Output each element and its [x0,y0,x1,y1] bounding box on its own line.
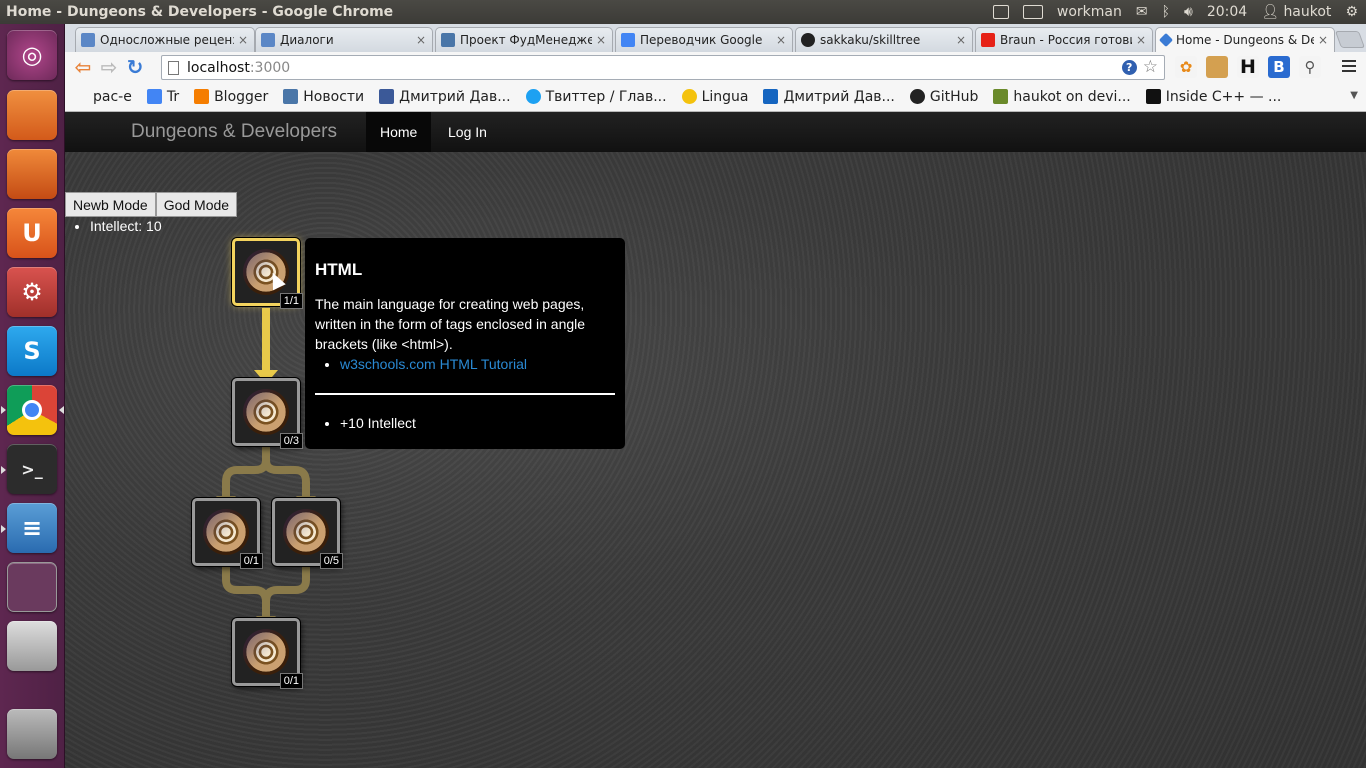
tab-5[interactable]: sakkaku/skilltree × [795,27,973,52]
tab-3[interactable]: Проект ФудМенеджер × [435,27,613,52]
bookmark-item[interactable]: Твиттер / Глав... [525,89,667,105]
close-icon[interactable]: × [1318,33,1328,47]
bookmark-item[interactable]: Дмитрий Дав... [763,89,895,105]
skill-html[interactable]: 1/1 [232,238,303,309]
unity-launcher: ◎ U ⚙ S >_ ≡ [0,24,65,768]
trash-icon[interactable] [7,709,57,759]
username: haukot [1283,4,1332,20]
system-settings-icon[interactable]: ⚙ [7,267,57,317]
skill-count: 0/1 [239,553,263,569]
close-icon[interactable]: × [776,33,786,47]
bookmarks-overflow-icon[interactable]: ▼ [1350,90,1358,101]
bookmarks-bar: рас-е Tr Blogger Новости Дмитрий Дав... … [65,82,1366,112]
skill-node[interactable]: 0/5 [272,498,343,569]
terminal-icon[interactable]: >_ [7,444,57,494]
close-icon[interactable]: × [956,33,966,47]
browser-window: Односложные реценз × Диалоги × Проект ФудМ… [65,24,1366,112]
forward-icon[interactable]: ⇨ [96,55,122,79]
bookmark-item[interactable]: haukot on devi... [993,89,1131,105]
page-content: Dungeons & Developers Home Log In Newb M… [65,112,1366,768]
bluetooth-icon[interactable]: ᛒ [1162,4,1170,20]
tooltip-bonus: +10 Intellect [340,413,615,433]
bookmark-item[interactable]: Новости [283,89,364,105]
skill-orb-icon [243,389,289,435]
skill-count: 0/1 [279,673,303,689]
skill-orb-icon [203,509,249,555]
h-extension-icon[interactable]: H [1237,56,1259,78]
skill-orb-icon [283,509,329,555]
close-icon[interactable]: × [416,33,426,47]
connector-line [222,566,310,620]
tab-1[interactable]: Односложные реценз × [75,27,255,52]
tooltip-description: The main language for creating web pages… [315,296,586,352]
bookmark-star-icon[interactable]: ☆ [1143,59,1158,76]
network-icon[interactable] [992,5,1009,19]
bookmark-item[interactable]: GitHub [909,89,978,105]
software-center-icon[interactable] [7,149,57,199]
connector-line [222,446,310,500]
page-icon [168,60,179,75]
skill-tooltip: HTML The main language for creating web … [305,238,625,449]
box-extension-icon[interactable] [1206,56,1228,78]
user-menu[interactable]: 👤︎ haukot [1261,4,1331,20]
b-extension-icon[interactable]: B [1268,56,1290,78]
window-title: Home - Dungeons & Developers - Google Ch… [6,4,394,20]
chrome-icon[interactable] [7,385,57,435]
skill-orb-icon [243,249,289,295]
clock[interactable]: 20:04 [1207,4,1247,20]
connector-line [262,308,270,374]
volume-icon[interactable]: 🔊︎ [1184,4,1193,20]
help-icon[interactable]: ? [1121,60,1137,75]
gear-icon[interactable]: ⚙ [1345,4,1358,20]
new-tab-button[interactable] [1334,31,1366,48]
files-icon[interactable] [7,90,57,140]
bookmark-item[interactable]: Lingua [681,89,748,105]
close-icon[interactable]: × [1136,33,1146,47]
skill-orb-icon [243,629,289,675]
bookmark-item[interactable]: рас-е [93,89,132,105]
tab-2[interactable]: Диалоги × [255,27,433,52]
magnifier-extension-icon[interactable]: ⚲ [1299,56,1321,78]
bookmark-item[interactable]: Tr [146,89,179,105]
back-icon[interactable]: ⇦ [70,55,96,79]
workspace-switcher-icon[interactable] [7,562,57,612]
skill-node[interactable]: 0/1 [192,498,263,569]
url-host: localhost [187,59,250,76]
mail-icon[interactable]: ✉ [1136,4,1148,20]
tooltip-divider [315,393,615,395]
session-label[interactable]: workman [1057,4,1122,20]
ubuntu-one-icon[interactable]: U [7,208,57,258]
tab-4[interactable]: Переводчик Google × [615,27,793,52]
skill-node[interactable]: 0/3 [232,378,303,449]
skill-node[interactable]: 0/1 [232,618,303,689]
tooltip-title: HTML [315,260,363,279]
keyboard-icon[interactable] [1022,5,1043,19]
skill-count: 1/1 [279,293,303,309]
tab-strip: Односложные реценз × Диалоги × Проект ФудМ… [65,24,1366,52]
skype-icon[interactable]: S [7,326,57,376]
system-top-panel: Home - Dungeons & Developers - Google Ch… [0,0,1366,24]
reload-icon[interactable]: ↻ [122,55,148,79]
tab-7-active[interactable]: Home - Dungeons & De × [1155,27,1335,52]
browser-toolbar: ⇦ ⇨ ↻ localhost:3000 ? ☆ ✿ H B ⚲ [65,52,1366,82]
skill-count: 0/5 [319,553,343,569]
paw-extension-icon[interactable]: ✿ [1175,56,1197,78]
ubuntu-icon[interactable]: ◎ [7,30,57,80]
tab-6[interactable]: Braun - Россия готови × [975,27,1153,52]
url-port: :3000 [249,59,291,76]
close-icon[interactable]: × [238,33,248,47]
bookmark-item[interactable]: Inside C++ — ... [1145,89,1281,105]
address-bar[interactable]: localhost:3000 ? ☆ [161,55,1165,80]
skill-count: 0/3 [279,433,303,449]
tutorial-link[interactable]: w3schools.com HTML Tutorial [340,356,527,372]
drive-icon[interactable] [7,621,57,671]
writer-icon[interactable]: ≡ [7,503,57,553]
bookmark-item[interactable]: Blogger [194,89,268,105]
bookmark-item[interactable]: Дмитрий Дав... [379,89,511,105]
chrome-menu-icon[interactable] [1342,60,1356,75]
close-icon[interactable]: × [596,33,606,47]
